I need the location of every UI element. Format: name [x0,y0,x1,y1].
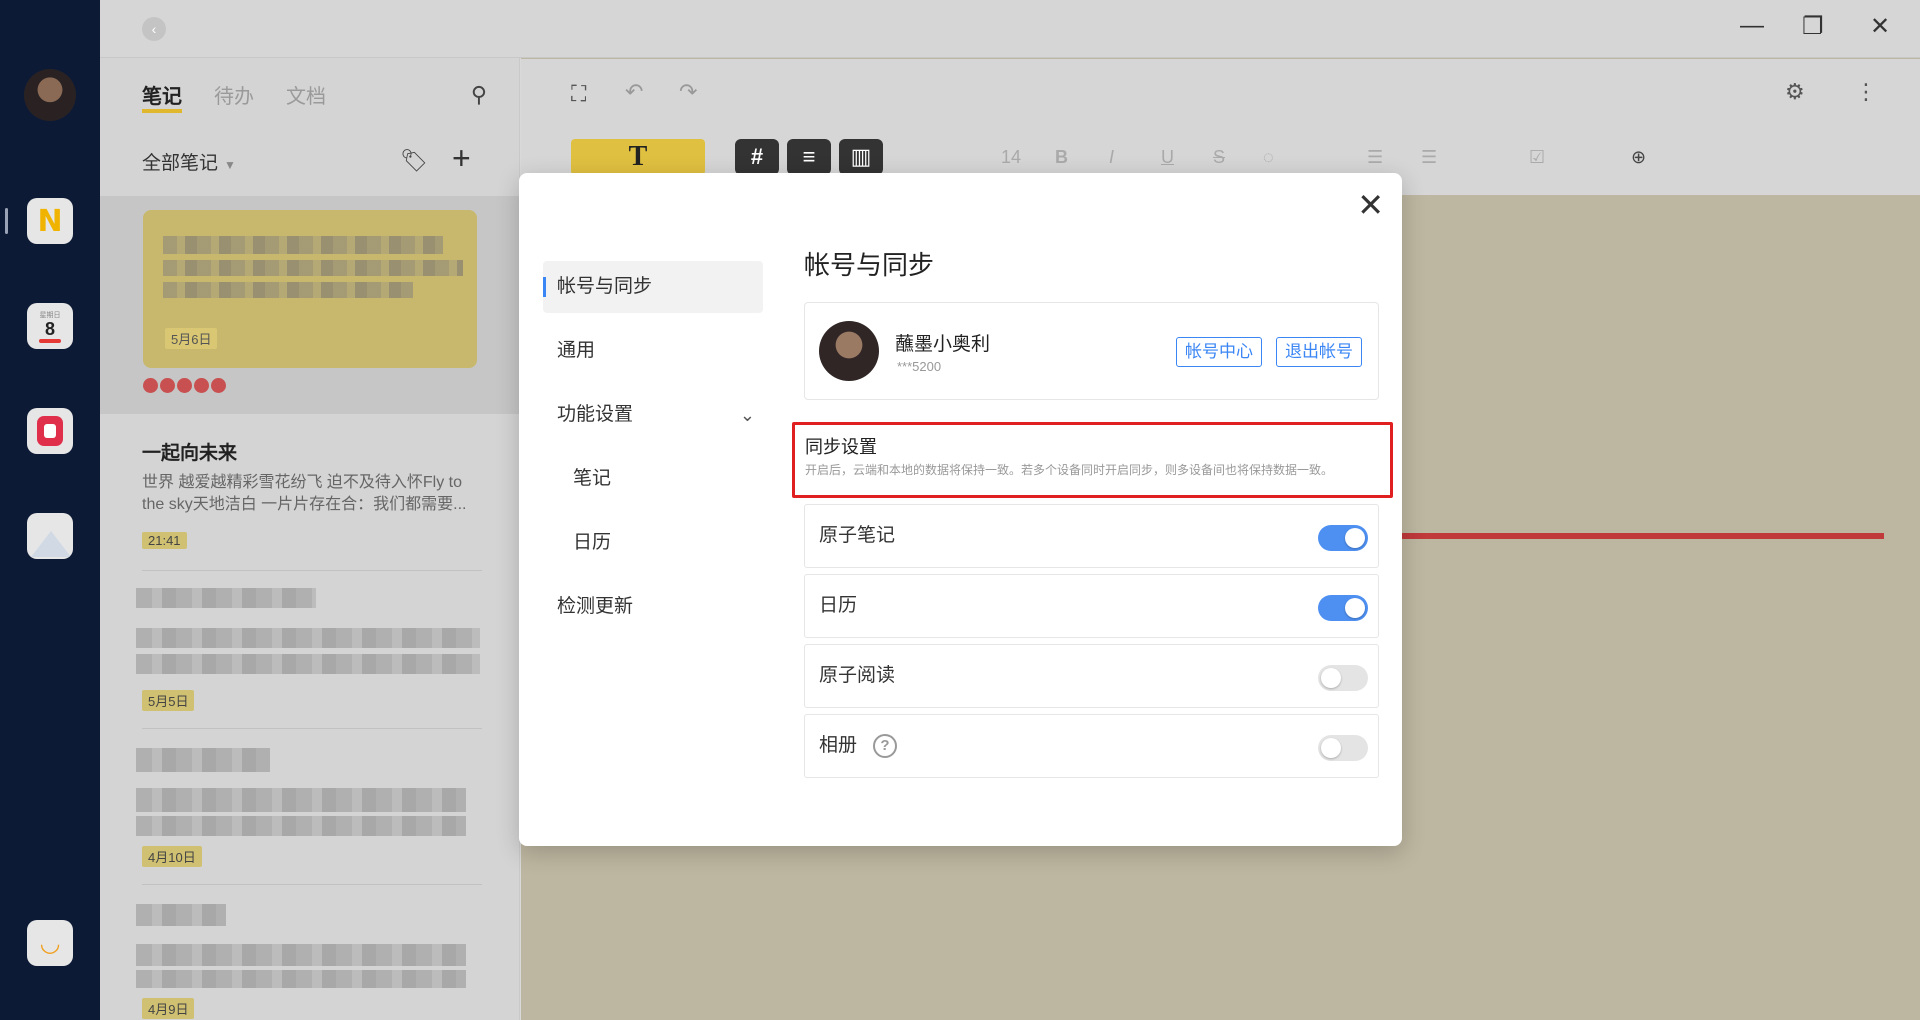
account-id: ***5200 [897,359,942,374]
align-icon[interactable]: ≡ [787,139,831,175]
sync-toggle-calendar[interactable] [1318,595,1368,621]
add-note-icon[interactable]: + [452,140,471,177]
tab-todo[interactable]: 待办 [214,80,254,113]
sync-toggle-notes[interactable] [1318,525,1368,551]
account-card: 蘸墨小奥利 ***5200 帐号中心 退出帐号 [804,302,1379,400]
note-date: 4月9日 [142,998,195,1019]
checkbox-icon[interactable]: ☑ [1529,147,1545,168]
calendar-weekday: 星期日 [39,311,61,319]
account-center-button[interactable]: 帐号中心 [1176,337,1262,367]
editor-red-line [1400,533,1884,539]
sync-settings-header: 同步设置 开启后，云端和本地的数据将保持一致。若多个设备同时开启同步，则多设备间… [792,422,1393,498]
color-icon[interactable]: ◌ [1263,147,1274,168]
text-style-button[interactable]: T [571,139,705,175]
nav-calendar[interactable]: 日历 [543,517,763,569]
page-title: 帐号与同步 [804,250,935,280]
fullscreen-icon[interactable]: ⛶ [571,81,586,107]
numbered-list-icon[interactable]: ☰ [1421,147,1437,168]
caret-down-icon: ▼ [224,158,236,172]
sync-toggle-reader[interactable] [1318,665,1368,691]
search-icon[interactable]: ⚲ [471,82,487,108]
notes-app-icon[interactable]: N [27,198,73,244]
folder-selector[interactable]: 全部笔记 ▼ [142,148,236,175]
bullet-list-icon[interactable]: ☰ [1367,147,1383,168]
reader-app-icon[interactable] [27,408,73,454]
user-avatar[interactable] [24,69,76,121]
sync-row-notes: 原子笔记 [804,504,1379,568]
tab-notes[interactable]: 笔记 [142,80,182,113]
more-icon[interactable]: ⋮ [1855,79,1877,105]
active-app-indicator [5,208,8,234]
close-icon[interactable]: ✕ [1357,189,1384,221]
settings-sliders-icon[interactable]: ⚙ [1785,79,1805,105]
close-window-icon[interactable]: ✕ [1870,12,1890,41]
nav-notes[interactable]: 笔记 [543,453,763,505]
folder-label: 全部笔记 [142,153,219,174]
sync-row-label: 日历 [819,595,858,616]
nav-check-update[interactable]: 检测更新 [543,581,763,633]
layout-icon[interactable]: ▥ [839,139,883,175]
feedback-smile-icon[interactable]: ◡ [27,920,73,966]
hashtag-icon[interactable]: # [735,139,779,175]
redo-icon[interactable]: ↷ [679,79,697,105]
insert-plus-icon[interactable]: ⊕ [1631,147,1646,168]
account-username: 蘸墨小奥利 [895,334,991,355]
tab-docs[interactable]: 文档 [286,80,326,113]
settings-nav: 帐号与同步 通用 功能设置 ⌄ 笔记 日历 检测更新 [543,261,763,645]
color-tag-dots [143,378,226,393]
restore-icon[interactable]: ❐ [1802,12,1824,41]
sync-settings-desc: 开启后，云端和本地的数据将保持一致。若多个设备同时开启同步，则多设备间也将保持数… [805,463,1334,477]
undo-icon[interactable]: ↶ [625,79,643,105]
help-icon[interactable]: ? [873,733,898,758]
sync-settings-title: 同步设置 [805,437,877,457]
sync-toggle-album[interactable] [1318,735,1368,761]
font-size-value[interactable]: 14 [1001,147,1021,168]
notes-list-panel: 笔记 待办 文档 ⚲ 全部笔记 ▼ 🏷 + 5月6日 一起向未来 世界 越爱越精彩… [100,58,520,1020]
sync-row-album: 相册? [804,714,1379,778]
nav-features-label: 功能设置 [557,404,634,425]
calendar-app-icon[interactable]: 星期日 8 [27,303,73,349]
note-card-preview[interactable]: 5月6日 [143,210,477,368]
minimize-icon[interactable]: — [1740,12,1764,40]
note-title[interactable]: 一起向未来 [142,438,237,465]
back-icon[interactable]: ‹ [142,17,166,41]
bold-icon[interactable]: B [1055,147,1068,168]
chevron-down-icon: ⌄ [739,405,755,425]
strikethrough-icon[interactable]: S [1213,147,1225,168]
tag-icon[interactable]: 🏷 [400,148,428,174]
sync-row-label: 原子阅读 [819,665,896,686]
sync-row-reader: 原子阅读 [804,644,1379,708]
italic-icon[interactable]: I [1109,147,1114,168]
note-time: 21:41 [142,532,187,549]
settings-dialog: ✕ 帐号与同步 通用 功能设置 ⌄ 笔记 日历 检测更新 帐号与同步 蘸墨小奥利… [519,173,1402,846]
list-tabs: 笔记 待办 文档 [142,80,326,113]
nav-features[interactable]: 功能设置 ⌄ [543,389,763,441]
note-date: 5月5日 [142,690,195,711]
nav-account-sync[interactable]: 帐号与同步 [543,261,763,313]
nav-general[interactable]: 通用 [543,325,763,377]
photos-app-icon[interactable] [27,513,73,559]
sync-row-label: 原子笔记 [819,525,896,546]
app-dock: N 星期日 8 ◡ [0,0,100,1020]
note-date: 4月10日 [142,846,202,867]
account-avatar [819,321,879,381]
sync-row-label: 相册 [819,735,858,756]
sync-row-calendar: 日历 [804,574,1379,638]
calendar-day: 8 [44,318,55,339]
note-date: 5月6日 [165,328,218,349]
window-titlebar: ‹ — ❐ ✕ [100,0,1920,58]
note-snippet: 世界 越爱越精彩雪花纷飞 迫不及待入怀Fly to the sky天地洁白 一片… [142,474,467,513]
logout-button[interactable]: 退出帐号 [1276,337,1362,367]
settings-content: 帐号与同步 蘸墨小奥利 ***5200 帐号中心 退出帐号 同步设置 开启后，云… [792,245,1393,778]
underline-icon[interactable]: U [1161,147,1174,168]
